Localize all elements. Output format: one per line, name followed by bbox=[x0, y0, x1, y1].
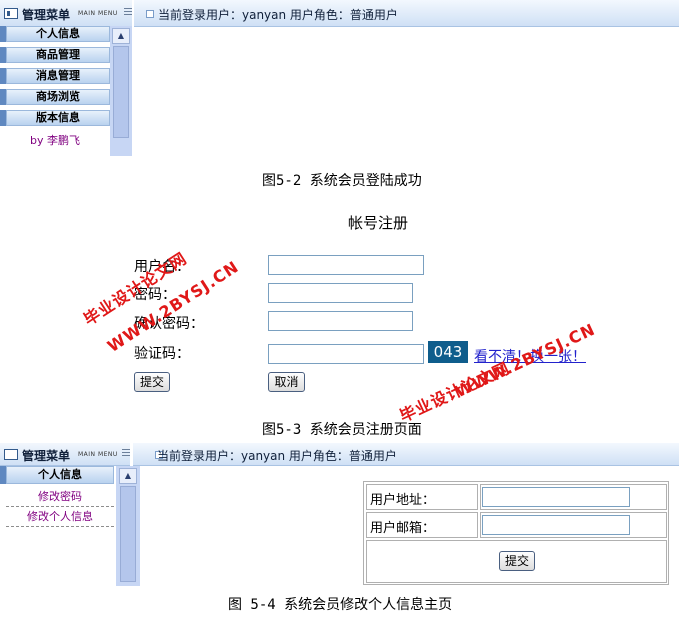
menu-item-mall-browse[interactable]: 商场浏览 bbox=[6, 89, 110, 105]
menu-item-version-info[interactable]: 版本信息 bbox=[6, 110, 110, 126]
email-label: 用户邮箱： bbox=[370, 521, 436, 536]
sub-item-edit-profile[interactable]: 修改个人信息 bbox=[6, 508, 114, 527]
menu-item-message-management[interactable]: 消息管理 bbox=[6, 68, 110, 84]
menu-title: 管理菜单 bbox=[22, 8, 71, 22]
address-input[interactable] bbox=[482, 487, 630, 507]
address-label: 用户地址： bbox=[370, 493, 436, 508]
username-input[interactable] bbox=[268, 255, 424, 275]
profile-submit-button[interactable]: 提交 bbox=[499, 551, 535, 571]
user-status-text: 当前登录用户：yanyan 用户角色：普通用户 bbox=[157, 449, 397, 463]
email-label-cell: 用户邮箱： bbox=[366, 512, 478, 538]
menu-scrollbar[interactable]: ▲ bbox=[110, 26, 132, 156]
submit-row-cell: 提交 bbox=[366, 540, 667, 583]
top-status-bar: 当前登录用户：yanyan 用户角色：普通用户 bbox=[134, 0, 679, 27]
menu-title: 管理菜单 bbox=[22, 449, 71, 463]
email-input[interactable] bbox=[482, 515, 630, 535]
caption-figure-5-4: 图 5-4 系统会员修改个人信息主页 bbox=[228, 597, 453, 613]
caption-figure-5-2: 图5-2 系统会员登陆成功 bbox=[262, 173, 422, 189]
bullet-icon bbox=[146, 10, 154, 18]
caption-figure-5-3: 图5-3 系统会员注册页面 bbox=[262, 422, 422, 438]
menu-subtitle: MAIN MENU bbox=[78, 451, 118, 458]
menu-subtitle: MAIN MENU bbox=[78, 10, 118, 17]
register-title: 帐号注册 bbox=[348, 214, 409, 232]
captcha-image[interactable]: 043 bbox=[428, 341, 468, 363]
register-submit-button[interactable]: 提交 bbox=[134, 372, 170, 392]
menu-window-icon bbox=[4, 449, 18, 460]
scroll-up-icon[interactable]: ▲ bbox=[112, 28, 130, 44]
menu-window-icon bbox=[4, 8, 18, 19]
menu-header: 管理菜单 MAIN MENU bbox=[0, 443, 130, 466]
menu-collapse-icon[interactable] bbox=[124, 8, 132, 17]
sub-item-change-password[interactable]: 修改密码 bbox=[6, 488, 114, 507]
register-cancel-button[interactable]: 取消 bbox=[268, 372, 305, 392]
confirm-password-input[interactable] bbox=[268, 311, 413, 331]
address-input-cell bbox=[480, 484, 667, 510]
password-input[interactable] bbox=[268, 283, 413, 303]
user-status-text: 当前登录用户：yanyan 用户角色：普通用户 bbox=[158, 8, 398, 22]
profile-form-table: 用户地址： 用户邮箱： 提交 bbox=[363, 481, 669, 585]
menu-collapse-icon[interactable] bbox=[122, 449, 130, 458]
captcha-label: 验证码： bbox=[134, 346, 190, 362]
email-input-cell bbox=[480, 512, 667, 538]
menu-header: 管理菜单 MAIN MENU bbox=[0, 0, 132, 27]
scroll-thumb[interactable] bbox=[113, 46, 129, 138]
scroll-thumb[interactable] bbox=[120, 486, 136, 582]
side-menu: 个人信息 修改密码 修改个人信息 bbox=[0, 466, 116, 586]
menu-item-personal-info[interactable]: 个人信息 bbox=[6, 26, 110, 42]
author-byline: by 李鹏飞 bbox=[30, 134, 80, 147]
menu-item-personal-info[interactable]: 个人信息 bbox=[6, 466, 114, 484]
captcha-input[interactable] bbox=[268, 344, 424, 364]
menu-scrollbar[interactable]: ▲ bbox=[116, 466, 140, 586]
address-label-cell: 用户地址： bbox=[366, 484, 478, 510]
menu-item-product-management[interactable]: 商品管理 bbox=[6, 47, 110, 63]
top-status-bar: 当前登录用户：yanyan 用户角色：普通用户 bbox=[133, 443, 679, 466]
side-menu: 个人信息 商品管理 消息管理 商场浏览 版本信息 by 李鹏飞 bbox=[0, 26, 110, 156]
scroll-up-icon[interactable]: ▲ bbox=[119, 468, 137, 484]
